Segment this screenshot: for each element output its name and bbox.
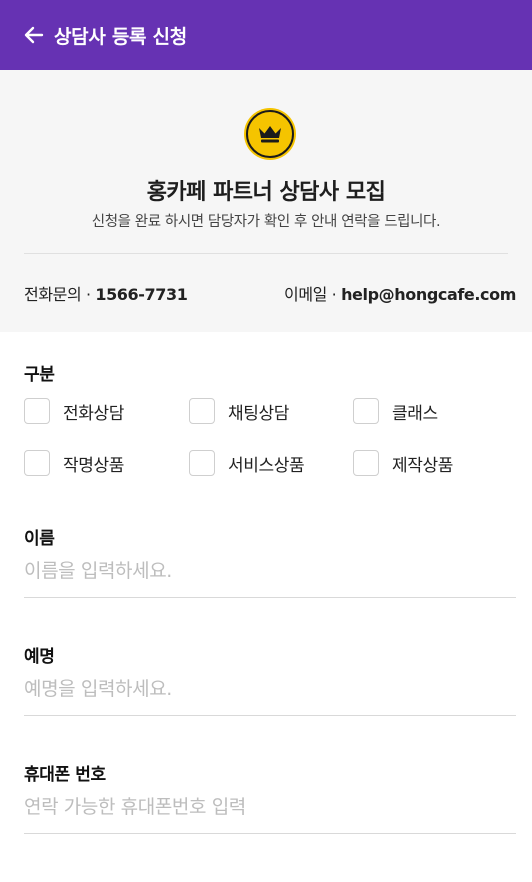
checkbox-production-product[interactable]: 제작상품 bbox=[353, 450, 453, 476]
name-underline bbox=[24, 597, 516, 598]
arrow-left-icon bbox=[24, 26, 44, 44]
page-title: 상담사 등록 신청 bbox=[54, 25, 187, 48]
checkbox-box[interactable] bbox=[353, 450, 379, 476]
nickname-input[interactable] bbox=[24, 674, 516, 704]
email-address[interactable]: help@hongcafe.com bbox=[341, 285, 516, 304]
name-label: 이름 bbox=[24, 529, 55, 549]
checkbox-label: 서비스상품 bbox=[228, 455, 305, 476]
checkbox-class[interactable]: 클래스 bbox=[353, 398, 438, 424]
recruit-title: 홍카페 파트너 상담사 모집 bbox=[146, 180, 386, 205]
checkbox-label: 작명상품 bbox=[63, 455, 124, 476]
phone-input[interactable] bbox=[24, 792, 516, 822]
phone-label: 전화문의 · bbox=[24, 285, 96, 304]
recruit-subtitle: 신청을 완료 하시면 담당자가 확인 후 안내 연락을 드립니다. bbox=[91, 214, 441, 230]
nickname-label: 예명 bbox=[24, 647, 55, 667]
badge bbox=[244, 108, 296, 160]
checkbox-chat-consult[interactable]: 채팅상담 bbox=[189, 398, 289, 424]
checkbox-label: 전화상담 bbox=[63, 403, 124, 424]
checkbox-box[interactable] bbox=[189, 398, 215, 424]
checkbox-phone-consult[interactable]: 전화상담 bbox=[24, 398, 124, 424]
nickname-underline bbox=[24, 715, 516, 716]
checkbox-box[interactable] bbox=[24, 450, 50, 476]
contact-phone: 전화문의 · 1566-7731 bbox=[24, 281, 188, 305]
name-input[interactable] bbox=[24, 556, 516, 586]
email-label: 이메일 · bbox=[284, 285, 342, 304]
checkbox-label: 채팅상담 bbox=[228, 403, 289, 424]
checkbox-box[interactable] bbox=[353, 398, 379, 424]
phone-number[interactable]: 1566-7731 bbox=[95, 285, 188, 304]
checkbox-naming-product[interactable]: 작명상품 bbox=[24, 450, 124, 476]
phone-underline bbox=[24, 833, 516, 834]
crown-icon bbox=[259, 126, 281, 143]
back-button[interactable] bbox=[12, 13, 56, 57]
checkbox-box[interactable] bbox=[24, 398, 50, 424]
checkbox-label: 제작상품 bbox=[392, 455, 453, 476]
phone-label-field: 휴대폰 번호 bbox=[24, 765, 106, 785]
checkbox-service-product[interactable]: 서비스상품 bbox=[189, 450, 305, 476]
recruit-header: 홍카페 파트너 상담사 모집 신청을 완료 하시면 담당자가 확인 후 안내 연… bbox=[0, 70, 532, 332]
checkbox-box[interactable] bbox=[189, 450, 215, 476]
app-bar: 상담사 등록 신청 bbox=[0, 0, 532, 70]
category-label: 구분 bbox=[24, 365, 55, 385]
checkbox-label: 클래스 bbox=[392, 403, 438, 424]
divider bbox=[24, 253, 508, 254]
contact-email: 이메일 · help@hongcafe.com bbox=[284, 281, 516, 305]
